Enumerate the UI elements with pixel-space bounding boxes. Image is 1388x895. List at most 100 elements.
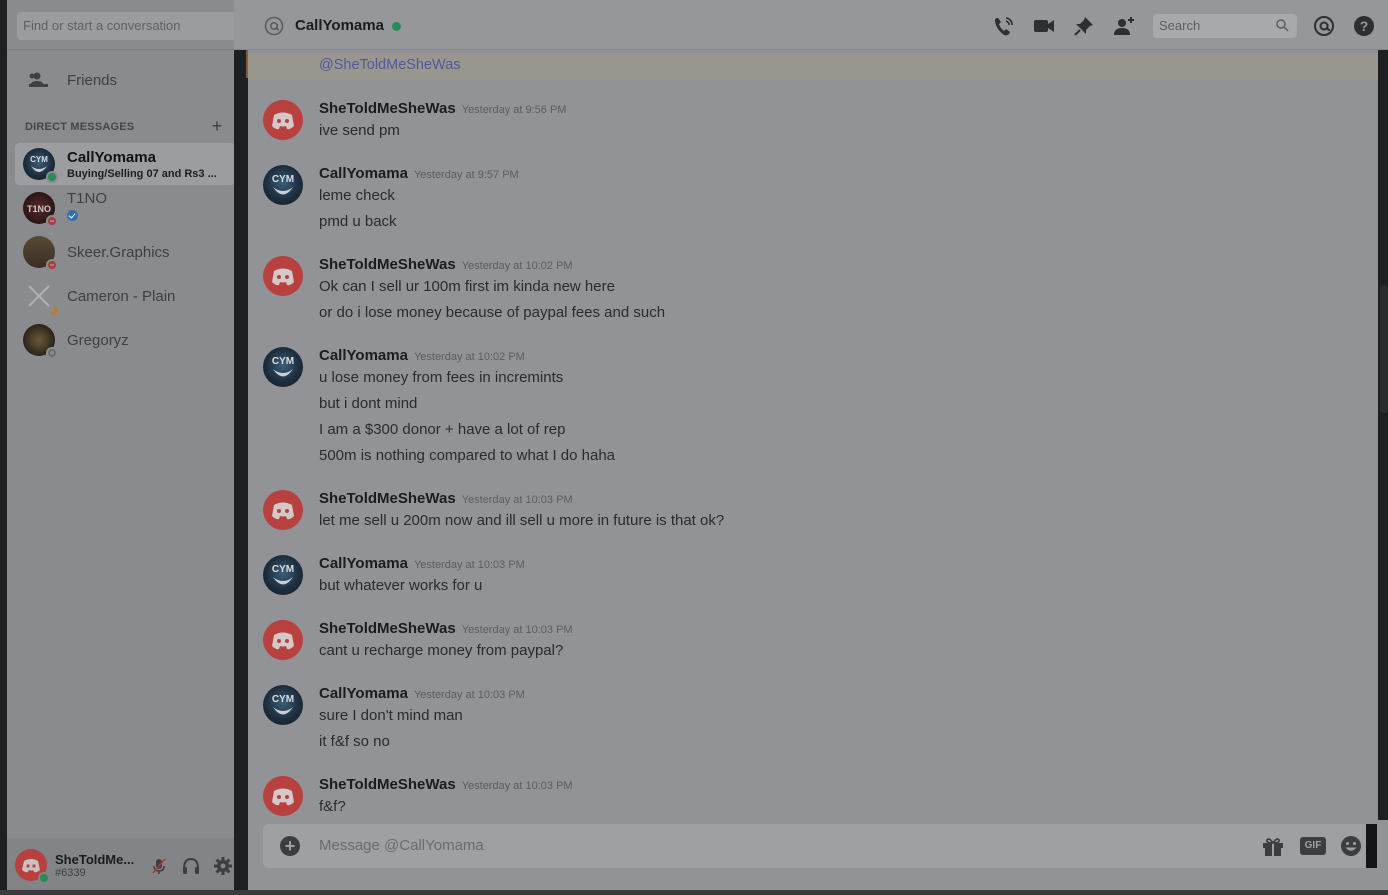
message-text: Ok can I sell ur 100m first im kinda new… [319,278,615,295]
message-search-input[interactable]: Search [1153,14,1297,38]
avatar [23,324,58,359]
friends-icon [29,72,48,87]
message-author[interactable]: SheToldMeSheWas Yesterday at 10:02 PM [319,256,573,273]
svg-text:CYM: CYM [30,155,48,164]
phone-icon[interactable] [993,15,1015,37]
channel-header: CallYomama Search ? [234,0,1388,50]
avatar[interactable] [263,620,303,660]
idle-status-icon [48,305,58,315]
conversation-search-input[interactable]: Find or start a conversation [17,12,237,40]
verified-badge-icon [67,210,78,221]
avatar[interactable]: CYM [263,555,303,595]
avatar[interactable] [263,490,303,530]
dm-item-callyomama[interactable]: CYM CallYomama Buying/Selling 07 and Rs3… [15,143,235,185]
create-dm-plus-icon[interactable]: + [209,117,225,135]
dm-name: Skeer.Graphics [67,243,170,261]
online-status-icon [46,171,58,183]
message-author[interactable]: SheToldMeSheWas Yesterday at 10:03 PM [319,776,573,793]
message-author[interactable]: SheToldMeSheWas Yesterday at 10:03 PM [319,620,573,637]
message-timestamp: Yesterday at 9:57 PM [413,169,519,181]
upload-plus-icon[interactable]: + [280,836,300,856]
window-bottom-edge [0,890,1388,895]
help-icon[interactable]: ? [1353,15,1375,37]
sidebar-chat-divider [234,50,247,840]
channel-title: CallYomama [295,17,384,34]
friends-nav-item[interactable]: Friends [15,62,229,98]
dm-name: Gregoryz [67,331,129,349]
svg-text:?: ? [1360,18,1369,34]
emoji-icon[interactable] [1339,835,1363,857]
at-sign-icon [264,16,284,36]
avatar: T1NO [23,192,58,227]
message-list[interactable]: @SheToldMeSheWas SheToldMeSheWas Yesterda… [248,50,1378,840]
pin-icon[interactable] [1073,15,1095,37]
direct-messages-header: DIRECT MESSAGES [25,121,135,133]
mention-icon[interactable] [1313,15,1335,37]
dm-item-t1no[interactable]: T1NO T1NO [15,187,235,229]
discord-logo-icon [272,112,294,130]
gear-icon[interactable] [213,856,233,876]
headphones-icon[interactable] [181,856,201,876]
dnd-status-icon [46,259,58,271]
offline-status-icon [46,347,58,359]
mention-highlight[interactable]: @SheToldMeSheWas [248,54,1378,80]
cym-logo-icon: CYM [272,564,294,585]
message-author[interactable]: CallYomama Yesterday at 9:57 PM [319,165,519,182]
video-icon[interactable] [1033,15,1055,37]
message-text: 500m is nothing compared to what I do ha… [319,447,616,464]
friends-label: Friends [67,71,118,89]
message-timestamp: Yesterday at 9:56 PM [461,104,567,116]
message-text: f&f? [319,798,346,815]
dm-item-cameron-plain[interactable]: Cameron - Plain [15,275,235,317]
message-author[interactable]: SheToldMeSheWas Yesterday at 10:03 PM [319,490,573,507]
dm-item-gregoryz[interactable]: Gregoryz [15,319,235,361]
username: SheToldMe... [55,852,135,867]
gif-picker-button[interactable]: GIF [1300,837,1326,855]
message-author[interactable]: CallYomama Yesterday at 10:02 PM [319,347,525,364]
add-member-icon[interactable] [1113,15,1135,37]
cym-logo-icon: CYM [272,694,294,715]
message-text: u lose money from fees in incremints [319,369,564,386]
message-composer[interactable]: + Message @CallYomama GIF [263,824,1376,868]
search-placeholder: Search [1159,18,1201,33]
cym-logo-icon: CYM [272,174,294,195]
message-text: let me sell u 200m now and ill sell u mo… [319,512,725,529]
message-text: it f&f so no [319,733,390,750]
message-timestamp: Yesterday at 10:03 PM [461,494,573,506]
online-status-icon [38,872,50,884]
sidebar-divider [7,49,234,50]
avatar[interactable] [263,100,303,140]
dm-item-skeer-graphics[interactable]: Skeer.Graphics [15,231,235,273]
user-avatar[interactable] [15,849,50,884]
svg-text:CYM: CYM [272,174,294,185]
avatar[interactable]: CYM [263,165,303,205]
message-input[interactable]: Message @CallYomama [319,837,484,854]
message-timestamp: Yesterday at 10:03 PM [461,780,573,792]
discord-logo-icon [272,502,294,520]
message-text: pmd u back [319,213,397,230]
message-text: sure I don't mind man [319,707,463,724]
search-icon [1276,19,1289,32]
avatar [23,236,58,271]
mute-mic-icon[interactable] [149,856,169,876]
message-author[interactable]: CallYomama Yesterday at 10:03 PM [319,685,525,702]
online-status-icon [392,22,401,31]
avatar[interactable] [263,256,303,296]
message-author[interactable]: SheToldMeSheWas Yesterday at 9:56 PM [319,100,566,117]
discord-logo-icon [272,788,294,806]
gift-icon[interactable] [1261,835,1285,857]
message-timestamp: Yesterday at 10:02 PM [413,351,525,363]
user-panel: SheToldMe... #6339 [7,838,234,891]
chat-scrollbar[interactable] [1380,285,1388,413]
svg-text:CYM: CYM [272,694,294,705]
message-author[interactable]: CallYomama Yesterday at 10:03 PM [319,555,525,572]
avatar[interactable]: CYM [263,347,303,387]
user-mention[interactable]: @SheToldMeSheWas [319,57,461,73]
message-text: I am a $300 donor + have a lot of rep [319,421,566,438]
message-text: cant u recharge money from paypal? [319,642,564,659]
avatar[interactable]: CYM [263,685,303,725]
dm-name: CallYomama [67,148,156,166]
avatar[interactable] [263,776,303,816]
dm-custom-status: Buying/Selling 07 and Rs3 ... [67,167,217,180]
dnd-status-icon [46,215,58,227]
